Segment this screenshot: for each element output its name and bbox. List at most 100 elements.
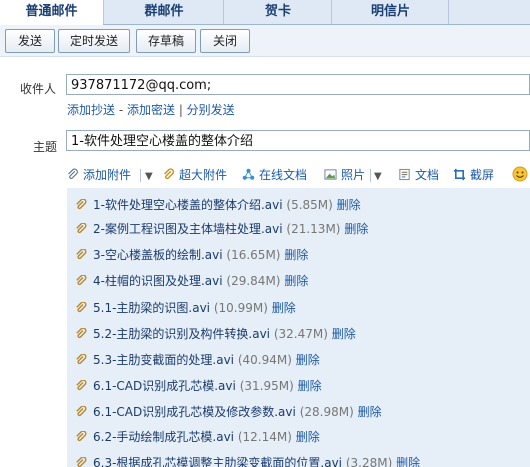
attachment-entry: 6.1-CAD识别成孔芯模.avi (31.95M) 删除 xyxy=(93,375,322,398)
attachment-size: (12.14M) xyxy=(237,430,292,444)
link-separator: - xyxy=(115,103,127,117)
send-button[interactable]: 发送 xyxy=(5,29,55,53)
attachment-entry: 1-软件处理空心楼盖的整体介绍.avi (5.85M) 删除 xyxy=(93,194,361,217)
online-doc-label: 在线文档 xyxy=(259,168,308,182)
paperclip-icon xyxy=(76,223,87,234)
tab-group-mail[interactable]: 群邮件 xyxy=(103,0,224,24)
online-doc-button[interactable]: 在线文档 xyxy=(242,166,307,184)
add-cc-link[interactable]: 添加抄送 xyxy=(67,103,115,117)
attachment-filename: 6.3-根据成孔芯模调整主肋梁变截面的位置.avi xyxy=(93,456,343,467)
delete-attachment-link[interactable]: 删除 xyxy=(344,222,368,236)
paperclip-icon xyxy=(76,380,87,391)
attachment-filename: 3-空心楼盖板的绘制.avi xyxy=(93,248,223,262)
attachment-filename: 4-柱帽的识图及处理.avi xyxy=(93,274,223,288)
large-paperclip-icon xyxy=(163,168,175,180)
chevron-down-icon: ▼ xyxy=(374,171,382,182)
emoji-icon xyxy=(512,166,528,182)
delete-attachment-link[interactable]: 删除 xyxy=(332,327,356,341)
attachment-entry: 5.1-主肋梁的识图.avi (10.99M) 删除 xyxy=(93,297,296,320)
save-draft-button[interactable]: 存草稿 xyxy=(136,29,196,53)
attachment-entry: 6.2-手动绘制成孔芯模.avi (12.14M) 删除 xyxy=(93,426,320,449)
separate-send-link[interactable]: 分别发送 xyxy=(187,103,235,117)
attachment-row: 4-柱帽的识图及处理.avi (29.84M) 删除 xyxy=(67,270,530,293)
attachment-filename: 6.1-CAD识别成孔芯模及修改参数.avi xyxy=(93,405,296,419)
attachment-entry: 6.1-CAD识别成孔芯模及修改参数.avi (28.98M) 删除 xyxy=(93,401,382,424)
attachment-size: (3.28M) xyxy=(345,456,393,467)
add-attachment-button[interactable]: 添加附件 xyxy=(66,166,131,184)
delete-attachment-link[interactable]: 删除 xyxy=(296,353,320,367)
attachment-size: (16.65M) xyxy=(226,248,281,262)
attachment-entry: 5.2-主肋梁的识别及构件转换.avi (32.47M) 删除 xyxy=(93,323,356,346)
attachment-row: 6.2-手动绘制成孔芯模.avi (12.14M) 删除 xyxy=(67,426,530,449)
share-icon xyxy=(242,168,255,180)
screenshot-button[interactable]: 截屏 xyxy=(453,166,494,184)
attachment-row: 5.1-主肋梁的识图.avi (10.99M) 删除 xyxy=(67,297,530,320)
recipient-links: 添加抄送 - 添加密送 | 分别发送 xyxy=(67,101,235,118)
large-attachment-button[interactable]: 超大附件 xyxy=(162,166,227,184)
attachment-row: 6.1-CAD识别成孔芯模及修改参数.avi (28.98M) 删除 xyxy=(67,401,530,424)
document-label: 文档 xyxy=(415,168,440,182)
close-button[interactable]: 关闭 xyxy=(200,29,250,53)
compose-tabs: 普通邮件 群邮件 贺卡 明信片 xyxy=(0,0,530,25)
document-button[interactable]: 文档 xyxy=(398,166,439,184)
attachment-size: (5.85M) xyxy=(286,198,333,212)
delete-attachment-link[interactable]: 删除 xyxy=(284,274,308,288)
attachment-entry: 2-案例工程识图及主体墙柱处理.avi (21.13M) 删除 xyxy=(93,218,368,241)
delete-attachment-link[interactable]: 删除 xyxy=(337,198,361,212)
attachment-row: 2-案例工程识图及主体墙柱处理.avi (21.13M) 删除 xyxy=(67,218,530,241)
attachment-filename: 1-软件处理空心楼盖的整体介绍.avi xyxy=(93,198,283,212)
tab-spacer xyxy=(448,0,530,24)
paperclip-icon xyxy=(68,168,78,180)
attachment-entry: 5.3-主肋变截面的处理.avi (40.94M) 删除 xyxy=(93,349,320,372)
recipient-label: 收件人 xyxy=(20,82,57,96)
attachment-list: 1-软件处理空心楼盖的整体介绍.avi (5.85M) 删除 2-案例工程识图及主… xyxy=(67,188,530,467)
divider xyxy=(370,169,371,182)
screenshot-icon xyxy=(453,168,466,181)
delete-attachment-link[interactable]: 删除 xyxy=(272,301,296,315)
paperclip-icon xyxy=(76,249,87,260)
attachment-size: (21.13M) xyxy=(286,222,341,236)
tab-normal-mail[interactable]: 普通邮件 xyxy=(0,0,104,25)
add-bcc-link[interactable]: 添加密送 xyxy=(127,103,175,117)
attachment-size: (32.47M) xyxy=(273,327,328,341)
paperclip-icon xyxy=(76,302,87,313)
compose-toolbar: 发送 定时发送 存草稿 关闭 xyxy=(0,25,530,57)
subject-field[interactable]: 1-软件处理空心楼盖的整体介绍 xyxy=(66,130,530,151)
attachment-filename: 5.3-主肋变截面的处理.avi xyxy=(93,353,235,367)
add-attachment-dropdown[interactable]: ▼ xyxy=(143,166,153,184)
add-attachment-label: 添加附件 xyxy=(83,168,132,182)
emoji-button[interactable] xyxy=(512,166,528,184)
delete-attachment-link[interactable]: 删除 xyxy=(296,430,320,444)
chevron-down-icon: ▼ xyxy=(145,171,153,182)
timed-send-button[interactable]: 定时发送 xyxy=(58,29,130,53)
attachment-size: (29.84M) xyxy=(226,274,281,288)
attachment-size: (31.95M) xyxy=(239,379,294,393)
photo-button[interactable]: 照片 xyxy=(324,166,365,184)
subject-label: 主题 xyxy=(33,140,58,154)
image-icon xyxy=(324,169,337,180)
attachment-entry: 4-柱帽的识图及处理.avi (29.84M) 删除 xyxy=(93,270,308,293)
attachment-size: (10.99M) xyxy=(213,301,268,315)
attachment-size: (28.98M) xyxy=(299,405,354,419)
delete-attachment-link[interactable]: 删除 xyxy=(396,456,420,467)
attachment-size: (40.94M) xyxy=(237,353,292,367)
attachment-entry: 3-空心楼盖板的绘制.avi (16.65M) 删除 xyxy=(93,244,308,267)
attachment-row: 5.2-主肋梁的识别及构件转换.avi (32.47M) 删除 xyxy=(67,323,530,346)
recipient-field[interactable]: 937871172@qq.com; xyxy=(66,74,530,95)
attachment-filename: 5.2-主肋梁的识别及构件转换.avi xyxy=(93,327,271,341)
tab-greeting-card[interactable]: 贺卡 xyxy=(223,0,332,24)
tab-postcard[interactable]: 明信片 xyxy=(331,0,449,24)
photo-dropdown[interactable]: ▼ xyxy=(372,166,382,184)
attachment-row: 5.3-主肋变截面的处理.avi (40.94M) 删除 xyxy=(67,349,530,372)
document-icon xyxy=(399,168,410,181)
photo-label: 照片 xyxy=(341,168,366,182)
delete-attachment-link[interactable]: 删除 xyxy=(298,379,322,393)
delete-attachment-link[interactable]: 删除 xyxy=(358,405,382,419)
paperclip-icon xyxy=(76,431,87,442)
delete-attachment-link[interactable]: 删除 xyxy=(284,248,308,262)
attachment-toolbar: 添加附件 ▼ 超大附件 在线文档 照片 ▼ 文档 截屏 xyxy=(66,164,530,186)
screenshot-label: 截屏 xyxy=(470,168,495,182)
paperclip-icon xyxy=(76,354,87,365)
attachment-filename: 2-案例工程识图及主体墙柱处理.avi xyxy=(93,222,283,236)
attachment-filename: 5.1-主肋梁的识图.avi xyxy=(93,301,211,315)
